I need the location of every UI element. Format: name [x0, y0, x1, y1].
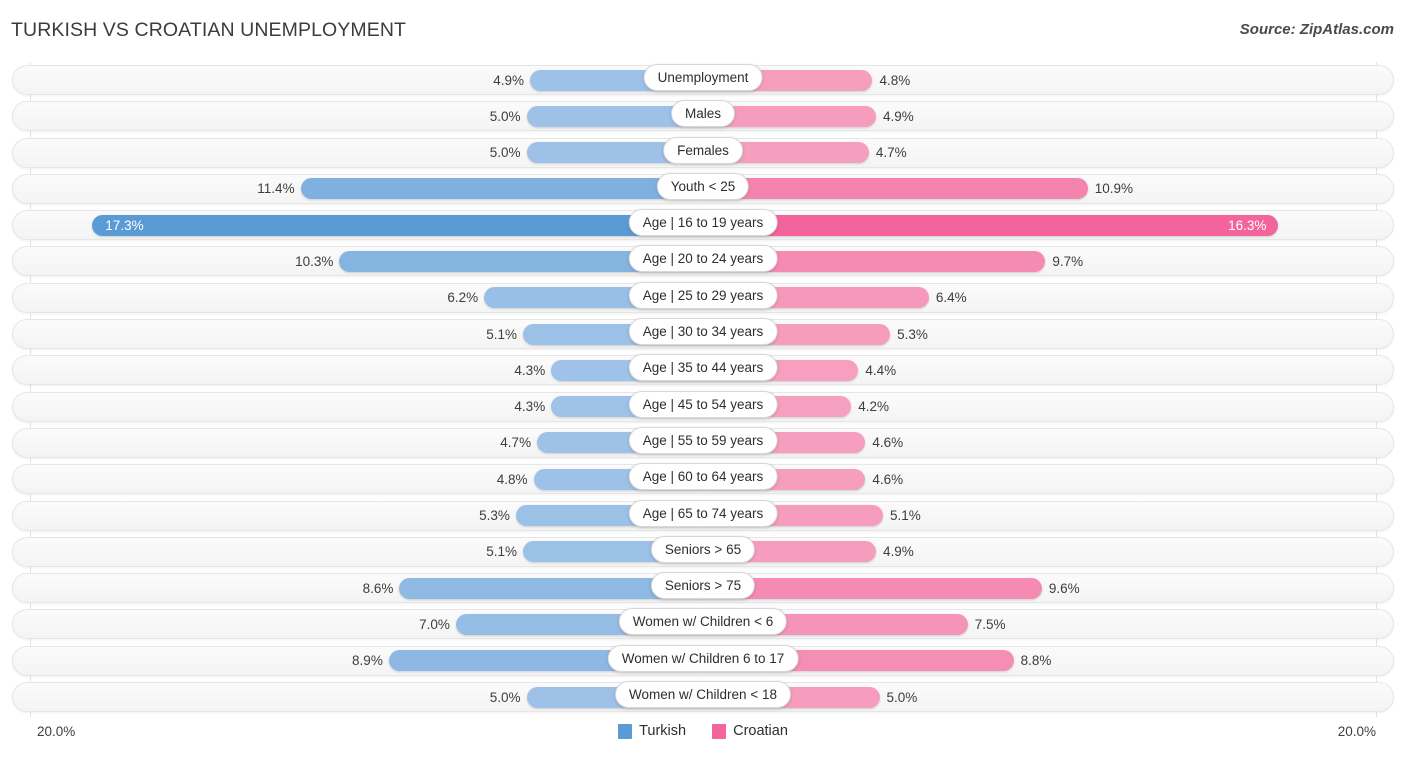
value-label-turkish: 5.0%: [489, 689, 521, 705]
category-label[interactable]: Females: [663, 136, 743, 164]
value-label-turkish: 10.3%: [295, 253, 334, 269]
value-label-turkish: 8.9%: [352, 653, 383, 669]
chart-row: 4.3% 4.2% Age | 45 to 54 years: [0, 389, 1406, 425]
chart-row: 8.6% 9.6% Seniors > 75: [0, 570, 1406, 606]
value-label-croatian: 4.7%: [875, 145, 907, 161]
value-label-turkish: 4.7%: [500, 435, 532, 451]
value-label-turkish: 5.0%: [489, 108, 521, 124]
category-label[interactable]: Women w/ Children < 18: [615, 681, 791, 709]
value-label-croatian: 4.9%: [882, 544, 914, 560]
chart-row: 10.3% 9.7% Age | 20 to 24 years: [0, 243, 1406, 279]
bar-croatian[interactable]: [703, 214, 1279, 236]
value-label-croatian: 4.6%: [872, 435, 904, 451]
chart-row: 4.9% 4.8% Unemployment: [0, 62, 1406, 98]
legend-swatch-icon: [618, 723, 633, 739]
chart-row: 5.0% 4.7% Females: [0, 135, 1406, 171]
value-label-turkish: 5.1%: [486, 326, 517, 342]
category-label[interactable]: Age | 45 to 54 years: [628, 390, 778, 418]
value-label-croatian: 4.4%: [865, 362, 897, 378]
value-label-croatian: 5.1%: [890, 508, 921, 524]
value-label-croatian: 6.4%: [935, 290, 967, 306]
value-label-turkish: 7.0%: [419, 616, 450, 632]
category-label[interactable]: Age | 65 to 74 years: [628, 499, 778, 527]
chart-row: 7.0% 7.5% Women w/ Children < 6: [0, 606, 1406, 642]
legend-label: Turkish: [639, 723, 687, 739]
bar-croatian[interactable]: [703, 178, 1088, 200]
chart-row: 4.7% 4.6% Age | 55 to 59 years: [0, 425, 1406, 461]
value-label-croatian: 9.7%: [1052, 253, 1084, 269]
category-label[interactable]: Unemployment: [643, 64, 763, 91]
chart-legend: Turkish Croatian: [0, 723, 1406, 739]
value-label-turkish: 5.0%: [489, 145, 521, 161]
chart-plot-area: 4.9% 4.8% Unemployment 5.0% 4.9% Males 5.0% 4.7…: [0, 62, 1406, 717]
category-label[interactable]: Women w/ Children 6 to 17: [607, 644, 799, 672]
value-label-croatian: 4.2%: [858, 399, 890, 415]
chart-row: 4.3% 4.4% Age | 35 to 44 years: [0, 352, 1406, 388]
value-label-turkish: 8.6%: [362, 580, 394, 596]
category-label[interactable]: Age | 60 to 64 years: [628, 463, 778, 491]
value-label-croatian: 10.9%: [1094, 181, 1134, 197]
chart-header: TURKISH VS CROATIAN UNEMPLOYMENT Source:…: [0, 0, 1406, 62]
category-label[interactable]: Age | 55 to 59 years: [628, 426, 778, 454]
category-label[interactable]: Women w/ Children < 6: [618, 608, 788, 636]
category-label[interactable]: Age | 35 to 44 years: [628, 354, 778, 382]
value-label-croatian: 5.0%: [886, 689, 918, 705]
category-label[interactable]: Youth < 25: [656, 172, 750, 200]
value-label-turkish: 4.9%: [493, 72, 525, 88]
value-label-croatian: 4.6%: [872, 471, 904, 487]
category-label[interactable]: Age | 20 to 24 years: [628, 245, 778, 273]
legend-item-turkish[interactable]: Turkish: [618, 723, 686, 739]
chart-row: 17.3% 16.3% Age | 16 to 19 years: [0, 207, 1406, 243]
chart-page: TURKISH VS CROATIAN UNEMPLOYMENT Source:…: [0, 0, 1406, 757]
value-label-croatian: 4.9%: [882, 108, 914, 124]
chart-row: 8.9% 8.8% Women w/ Children 6 to 17: [0, 643, 1406, 679]
value-label-turkish: 11.4%: [257, 181, 295, 197]
chart-row: 4.8% 4.6% Age | 60 to 64 years: [0, 461, 1406, 497]
chart-row: 5.3% 5.1% Age | 65 to 74 years: [0, 498, 1406, 534]
value-label-croatian: 8.8%: [1020, 653, 1052, 669]
category-label[interactable]: Seniors > 65: [650, 535, 756, 563]
chart-row: 5.0% 4.9% Males: [0, 98, 1406, 134]
page-title: TURKISH VS CROATIAN UNEMPLOYMENT: [11, 19, 407, 41]
category-label[interactable]: Seniors > 75: [650, 572, 756, 600]
legend-label: Croatian: [733, 723, 788, 739]
chart-rows: 4.9% 4.8% Unemployment 5.0% 4.9% Males 5.0% 4.7…: [0, 62, 1406, 715]
value-label-croatian: 16.3%: [1228, 217, 1267, 233]
category-label[interactable]: Age | 30 to 34 years: [628, 318, 778, 346]
value-label-turkish: 4.8%: [496, 471, 528, 487]
value-label-croatian: 4.8%: [879, 72, 911, 88]
value-label-turkish: 4.3%: [514, 399, 546, 415]
value-label-turkish: 6.2%: [447, 290, 479, 306]
chart-row: 5.1% 5.3% Age | 30 to 34 years: [0, 316, 1406, 352]
value-label-turkish: 4.3%: [514, 362, 546, 378]
source-attribution: Source: ZipAtlas.com: [1239, 21, 1394, 38]
bar-turkish[interactable]: [300, 178, 703, 200]
value-label-croatian: 7.5%: [974, 616, 1006, 632]
value-label-turkish: 5.3%: [479, 508, 510, 524]
value-label-turkish: 5.1%: [486, 544, 517, 560]
legend-item-croatian[interactable]: Croatian: [712, 723, 788, 739]
value-label-croatian: 9.6%: [1048, 580, 1080, 596]
chart-footer: 20.0% 20.0% Turkish Croatian: [0, 717, 1406, 757]
category-label[interactable]: Age | 16 to 19 years: [628, 209, 778, 237]
category-label[interactable]: Males: [670, 100, 736, 128]
value-label-croatian: 5.3%: [897, 326, 928, 342]
category-label[interactable]: Age | 25 to 29 years: [628, 281, 778, 309]
value-label-turkish: 17.3%: [105, 217, 144, 233]
legend-swatch-icon: [712, 723, 727, 739]
chart-row: 6.2% 6.4% Age | 25 to 29 years: [0, 280, 1406, 316]
chart-row: 5.1% 4.9% Seniors > 65: [0, 534, 1406, 570]
chart-row: 5.0% 5.0% Women w/ Children < 18: [0, 679, 1406, 715]
chart-row: 11.4% 10.9% Youth < 25: [0, 171, 1406, 207]
bar-turkish[interactable]: [92, 214, 703, 236]
